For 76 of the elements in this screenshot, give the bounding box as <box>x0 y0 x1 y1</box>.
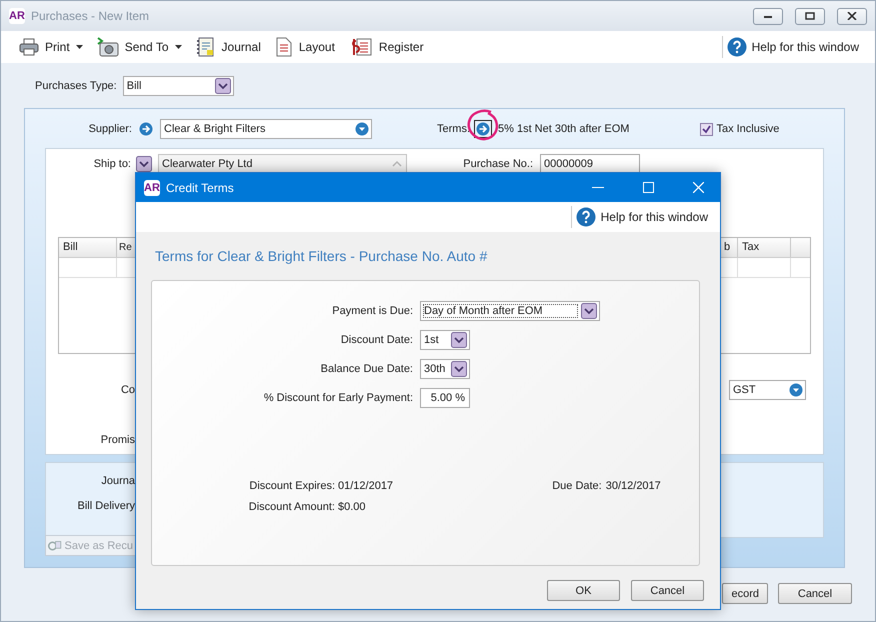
camera-icon <box>96 37 119 57</box>
app-logo: AR <box>144 180 160 196</box>
minimize-icon <box>592 186 604 188</box>
arrow-icon[interactable] <box>139 122 153 136</box>
field-label: Discount Amount: <box>248 501 335 513</box>
toolbar-button[interactable]: Journal <box>196 37 261 57</box>
maximize-button[interactable] <box>795 8 825 24</box>
dialog-title: Credit Terms <box>166 180 235 194</box>
field-label: Payment is Due: <box>331 305 413 317</box>
field-label: Promis <box>100 434 135 446</box>
close-button[interactable] <box>837 8 867 24</box>
toolbar-button[interactable]: Layout <box>274 37 335 57</box>
caret-icon <box>76 45 83 49</box>
cancel-button[interactable]: Cancel <box>778 583 852 604</box>
due-date-value: 30/12/2017 <box>604 480 662 492</box>
supplier-select[interactable]: Clear & Bright Filters <box>160 119 372 139</box>
field-label: Co <box>120 384 135 396</box>
date-select[interactable]: 1st <box>420 330 470 350</box>
field-label: Balance Due Date: <box>320 363 413 375</box>
maximize-icon <box>642 182 654 193</box>
field-label: Purchases Type: <box>35 80 117 92</box>
help-button[interactable]: Help for this window <box>570 206 712 228</box>
discount-input[interactable]: 5.00 % <box>420 388 470 408</box>
close-icon <box>847 12 857 20</box>
field-label: Discount Date: <box>340 334 413 346</box>
field-label: Ship to: <box>92 158 131 170</box>
caret-icon <box>174 45 182 49</box>
field-label: Bill Delivery <box>76 500 135 512</box>
dropdown-icon[interactable] <box>451 361 467 377</box>
field-label: Journa <box>100 475 135 487</box>
date-select[interactable]: 30th <box>420 359 470 379</box>
discount-amount-value: $0.00 <box>337 501 367 513</box>
field-label: % Discount for Early Payment: <box>262 392 413 404</box>
ship-to-field[interactable]: Clearwater Pty Ltd <box>158 154 407 174</box>
terms-value: 5% 1st Net 30th after EOM <box>498 123 630 135</box>
help-button[interactable]: Help for this window <box>722 36 863 58</box>
payment-due-select[interactable]: Day of Month after EOM <box>420 301 600 321</box>
column-header: Tax <box>738 238 791 257</box>
dropdown-icon[interactable] <box>136 156 152 172</box>
field-label: Terms: <box>436 123 470 135</box>
maximize-icon <box>805 12 815 20</box>
dropdown-icon[interactable] <box>214 78 231 94</box>
dropdown-icon[interactable] <box>581 303 597 319</box>
discount-expires-value: 01/12/2017 <box>337 480 394 492</box>
column-header: Bill <box>59 238 117 257</box>
purchases-type-select[interactable]: Bill <box>122 76 234 96</box>
recurring-icon <box>48 538 62 552</box>
tax-code-select[interactable]: GST <box>729 380 806 400</box>
field-label: Due Date: <box>551 480 602 492</box>
dropdown-icon[interactable] <box>789 383 803 397</box>
field-label: Discount Expires: <box>248 480 335 492</box>
column-header-text: Re <box>119 242 132 253</box>
toolbar-button[interactable]: Register <box>348 37 424 57</box>
help-icon <box>576 207 596 227</box>
dropdown-icon[interactable] <box>451 332 467 348</box>
field-label: Purchase No.: <box>463 158 533 170</box>
dropdown-icon[interactable] <box>355 122 369 136</box>
printer-icon <box>19 38 39 56</box>
help-icon <box>726 37 747 57</box>
ok-button[interactable]: OK <box>547 580 620 601</box>
field-label: Supplier: <box>88 123 132 135</box>
toolbar-button[interactable]: Print <box>19 38 83 56</box>
close-icon <box>692 182 704 193</box>
app-logo: AR <box>9 8 25 24</box>
checkbox-label: Tax Inclusive <box>716 123 780 135</box>
record-button[interactable]: ecord <box>722 583 768 604</box>
tax-inclusive-checkbox[interactable] <box>700 122 714 136</box>
cancel-button[interactable]: Cancel <box>631 580 704 601</box>
notebook-icon <box>196 37 216 57</box>
purchase-number-field[interactable]: 00000009 <box>540 154 640 174</box>
dialog-heading: Terms for Clear & Bright Filters - Purchase No. Auto # <box>154 247 488 266</box>
document-icon <box>274 37 293 57</box>
minimize-icon <box>763 13 773 19</box>
toolbar-button[interactable]: Send To <box>96 37 182 57</box>
minimize-button[interactable] <box>753 8 783 24</box>
window-title: Purchases - New Item <box>31 9 150 23</box>
